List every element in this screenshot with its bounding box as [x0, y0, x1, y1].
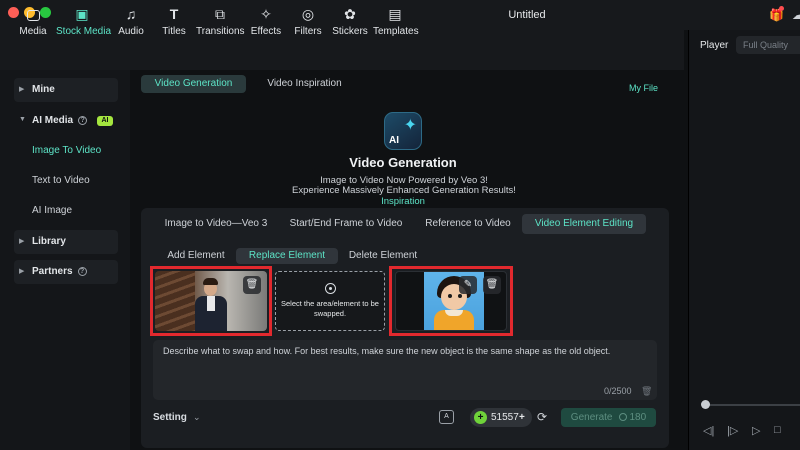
filters-icon: ◎ — [301, 6, 315, 22]
play-icon[interactable]: ▷ — [752, 424, 760, 437]
templates-icon: ▤ — [388, 6, 402, 22]
previous-frame-icon[interactable]: ◁| — [703, 424, 714, 437]
toolbar-stickers[interactable]: ✿ Stickers — [332, 0, 368, 40]
gift-icon[interactable]: 🎁 — [769, 6, 784, 22]
collapse-icon: ▼ — [19, 116, 26, 123]
tab-reference-to-video[interactable]: Reference to Video — [418, 214, 518, 234]
inspiration-link[interactable]: Inspiration — [330, 196, 476, 207]
tab-delete-element[interactable]: Delete Element — [343, 248, 423, 264]
prompt-placeholder: Describe what to swap and how. For best … — [163, 346, 611, 356]
sidebar-section-partners[interactable]: ▶ Partners? — [14, 260, 118, 284]
credits-pill[interactable]: + 51557 + — [470, 408, 532, 427]
tab-video-generation[interactable]: Video Generation — [141, 75, 246, 93]
target-icon — [325, 283, 336, 294]
help-icon[interactable]: ? — [77, 267, 87, 276]
toolbar-audio[interactable]: ♫ Audio — [116, 0, 146, 40]
sidebar-item-image-to-video[interactable]: Image To Video — [32, 145, 101, 156]
expand-icon: ▶ — [19, 238, 25, 245]
toolbar-transitions[interactable]: ⧉ Transitions — [196, 0, 245, 40]
toolbar-media[interactable]: Media — [16, 0, 50, 40]
seek-bar[interactable] — [704, 404, 800, 406]
stickers-icon: ✿ — [344, 6, 356, 22]
highlight-source-box — [150, 266, 272, 336]
toolbar-effects[interactable]: ✧ Effects — [250, 0, 282, 40]
toolbar-stock-media[interactable]: ▣ Stock Media — [56, 0, 111, 40]
player-panel: Player — [688, 30, 800, 450]
tab-image-to-video-veo3[interactable]: Image to Video—Veo 3 — [160, 214, 272, 234]
clear-prompt-icon[interactable]: 🗑 — [641, 386, 652, 397]
transitions-icon: ⧉ — [215, 6, 225, 22]
headphones-icon: ♫ — [125, 6, 137, 22]
tab-replace-element[interactable]: Replace Element — [236, 248, 338, 264]
stock-media-icon: ▣ — [75, 6, 89, 22]
tab-video-inspiration[interactable]: Video Inspiration — [252, 75, 357, 93]
stop-icon[interactable]: □ — [774, 424, 781, 436]
quality-dropdown[interactable]: Full Quality — [736, 36, 800, 54]
sidebar-item-ai-image[interactable]: AI Image — [32, 205, 72, 216]
setting-button[interactable]: Setting — [153, 412, 187, 423]
highlight-replacement-box — [389, 266, 513, 336]
titles-icon: T — [169, 6, 179, 22]
ai-video-logo: ✦ AI — [384, 112, 422, 150]
help-icon[interactable]: ? — [78, 116, 88, 125]
hero-subtitle-2: Experience Massively Enhanced Generation… — [292, 185, 516, 196]
my-file-link[interactable]: My File — [629, 83, 658, 93]
cost-coin-icon — [618, 413, 627, 421]
toolbar-filters[interactable]: ◎ Filters — [293, 0, 323, 40]
page-title: Video Generation — [349, 155, 457, 170]
sidebar-item-text-to-video[interactable]: Text to Video — [32, 175, 90, 186]
add-credits-icon[interactable]: + — [519, 408, 525, 427]
tab-start-end-frame[interactable]: Start/End Frame to Video — [280, 214, 412, 234]
tab-add-element[interactable]: Add Element — [160, 248, 232, 264]
cloud-icon[interactable]: ☁ — [791, 8, 800, 22]
player-tab[interactable]: Player — [700, 40, 728, 51]
ai-badge: AI — [97, 116, 113, 126]
next-frame-icon[interactable]: |▷ — [727, 424, 738, 437]
credit-coin-icon: + — [474, 411, 487, 424]
image-settings-icon[interactable]: A — [439, 410, 454, 424]
character-counter: 0/2500 — [604, 386, 632, 396]
seek-handle[interactable] — [701, 400, 710, 409]
toolbar-titles[interactable]: T Titles — [160, 0, 188, 40]
expand-icon: ▶ — [19, 86, 25, 93]
sparkle-icon: ✦ — [403, 117, 417, 134]
expand-icon: ▶ — [19, 268, 25, 275]
refresh-icon[interactable]: ⟳ — [537, 410, 547, 424]
chevron-down-icon[interactable]: ⌄ — [193, 412, 201, 423]
effects-icon: ✧ — [260, 6, 272, 22]
sidebar-section-mine[interactable]: ▶ Mine — [14, 78, 118, 102]
generate-button[interactable]: Generate 180 — [561, 408, 656, 427]
toolbar-templates[interactable]: ▤ Templates — [373, 0, 419, 40]
sidebar-section-library[interactable]: ▶ Library — [14, 230, 118, 254]
tab-video-element-editing[interactable]: Video Element Editing — [522, 214, 646, 234]
media-icon — [16, 6, 50, 26]
select-area-hint: Select the area/element to be swapped. — [281, 299, 379, 318]
